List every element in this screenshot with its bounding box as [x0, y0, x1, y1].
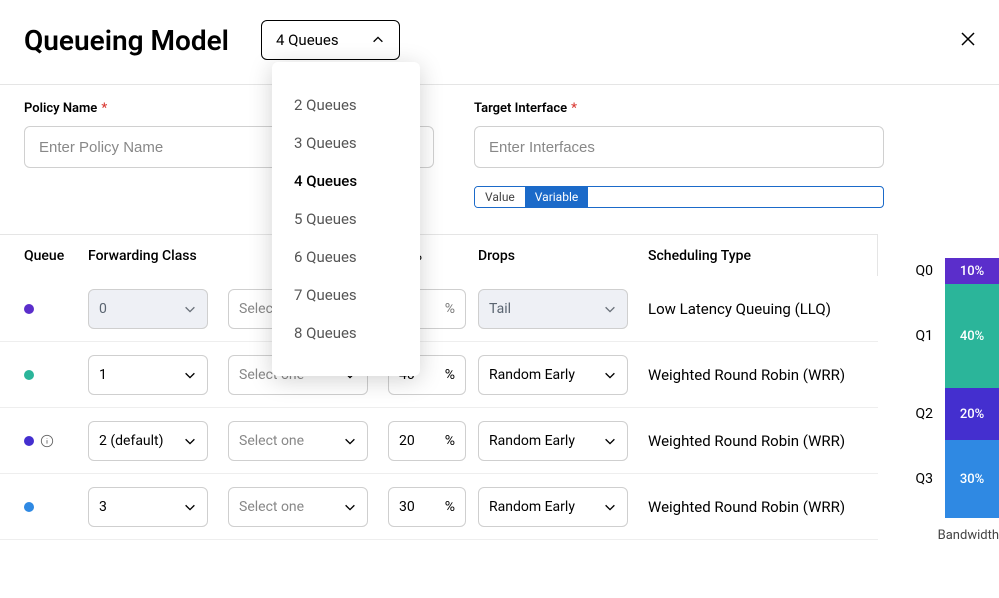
drops-select: Tail [478, 289, 628, 329]
chevron-down-icon [603, 500, 617, 514]
queue-dot [24, 502, 34, 512]
chevron-down-icon [343, 434, 357, 448]
queue-select: 0 [88, 289, 208, 329]
queue-dot [24, 370, 34, 380]
chevron-down-icon [603, 368, 617, 382]
bandwidth-input[interactable]: 30% [388, 487, 466, 527]
info-icon[interactable] [40, 434, 54, 448]
toggle-value[interactable]: Value [475, 187, 525, 207]
bar: 20% [945, 388, 999, 440]
queue-option[interactable]: 7 Queues [272, 276, 420, 314]
queue-count-value: 4 Queues [276, 31, 339, 49]
queue-option[interactable]: 6 Queues [272, 238, 420, 276]
bandwidth-input[interactable]: 20% [388, 421, 466, 461]
value-variable-toggle[interactable]: Value Variable [474, 186, 884, 208]
table-row: 3 Select one 30% Random Early Weighted R… [0, 474, 878, 540]
target-interface-label: Target Interface* [474, 101, 884, 116]
chevron-down-icon [603, 302, 617, 316]
col-queue: Queue [24, 248, 88, 264]
page-title: Queueing Model [24, 24, 229, 57]
bar-label: Q0 [907, 263, 933, 279]
forwarding-class-select[interactable]: Select one [228, 487, 368, 527]
forwarding-class-select[interactable]: Select one [228, 421, 368, 461]
bar: 10% [945, 258, 999, 284]
table-header: Queue Forwarding Class dth % Drops Sched… [0, 234, 878, 276]
bandwidth-axis-label: Bandwidth [938, 528, 999, 543]
queue-option[interactable]: 3 Queues [272, 124, 420, 162]
chevron-down-icon [183, 500, 197, 514]
chevron-down-icon [183, 368, 197, 382]
close-icon [959, 30, 977, 48]
bar-label: Q3 [907, 471, 933, 487]
drops-select[interactable]: Random Early [478, 355, 628, 395]
chevron-down-icon [183, 302, 197, 316]
chevron-down-icon [343, 500, 357, 514]
queue-select[interactable]: 1 [88, 355, 208, 395]
bandwidth-chart: Q0 10% Q1 40% Q2 20% Q3 30% Bandwidth [907, 258, 999, 543]
close-button[interactable] [959, 30, 977, 52]
queue-select[interactable]: 3 [88, 487, 208, 527]
target-interface-input[interactable] [474, 126, 884, 168]
queue-option[interactable]: 8 Queues [272, 314, 420, 352]
queue-count-dropdown[interactable]: 2 Queues3 Queues4 Queues5 Queues6 Queues… [272, 62, 420, 376]
queue-dot [24, 304, 34, 314]
queue-select[interactable]: 2 (default) [88, 421, 208, 461]
bar-label: Q1 [907, 328, 933, 344]
chevron-down-icon [603, 434, 617, 448]
col-sched: Scheduling Type [648, 248, 878, 264]
bar: 30% [945, 440, 999, 518]
scheduling-type: Low Latency Queuing (LLQ) [648, 300, 878, 318]
queue-option[interactable]: 4 Queues [272, 162, 420, 200]
drops-select[interactable]: Random Early [478, 487, 628, 527]
bar-label: Q2 [907, 406, 933, 422]
drops-select[interactable]: Random Early [478, 421, 628, 461]
scheduling-type: Weighted Round Robin (WRR) [648, 498, 878, 516]
toggle-variable[interactable]: Variable [525, 187, 588, 207]
table-row: 1 Select one 40% Random Early Weighted R… [0, 342, 878, 408]
col-fc: Forwarding Class [88, 248, 228, 264]
queue-count-select[interactable]: 4 Queues [261, 20, 400, 60]
queue-option[interactable]: 2 Queues [272, 86, 420, 124]
col-drops: Drops [478, 248, 648, 264]
scheduling-type: Weighted Round Robin (WRR) [648, 432, 878, 450]
bar: 40% [945, 284, 999, 388]
chevron-down-icon [183, 434, 197, 448]
table-row: 0 Select one % Tail Low Latency Queuing … [0, 276, 878, 342]
table-row: 2 (default) Select one 20% Random Early … [0, 408, 878, 474]
scheduling-type: Weighted Round Robin (WRR) [648, 366, 878, 384]
queue-dot [24, 436, 34, 446]
chevron-up-icon [371, 33, 385, 47]
queue-option[interactable]: 5 Queues [272, 200, 420, 238]
